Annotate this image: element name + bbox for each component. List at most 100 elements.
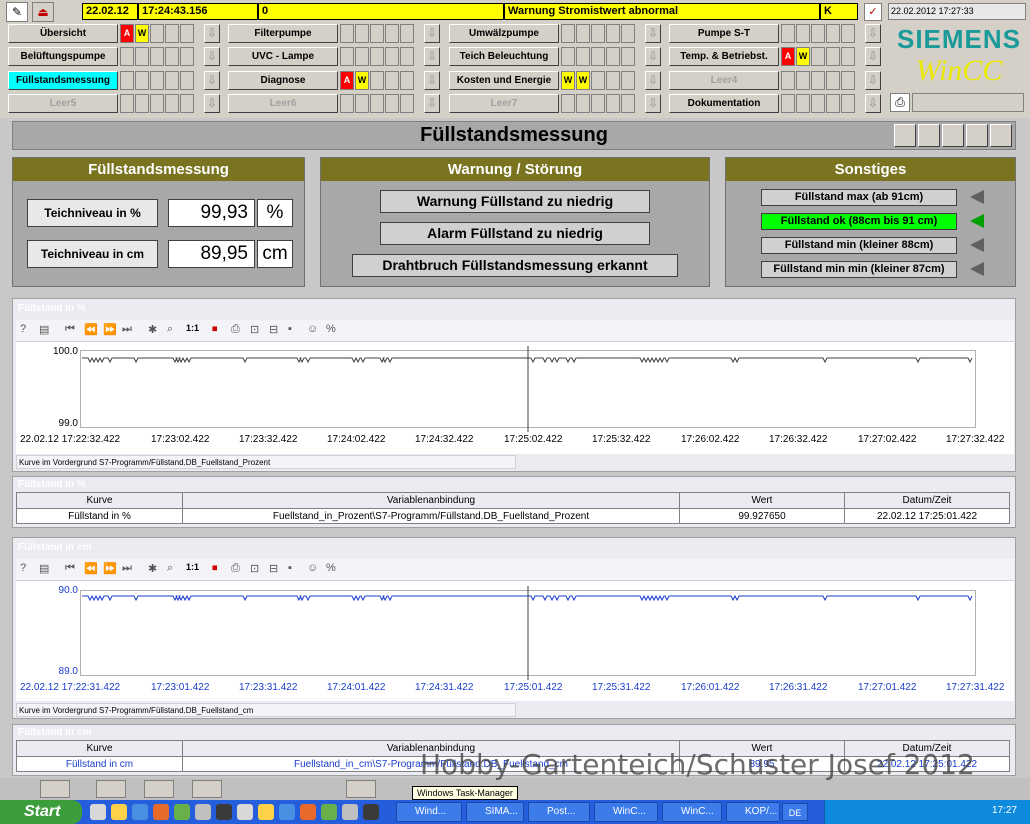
first-icon[interactable]: ⏮: [65, 323, 75, 336]
bottom-button-5[interactable]: [346, 780, 376, 798]
nav-button-leer7[interactable]: Leer7: [449, 94, 559, 113]
stop-icon[interactable]: ⏹: [212, 323, 218, 336]
select-icon[interactable]: ⊟: [269, 562, 278, 575]
table-icon[interactable]: ▤: [39, 562, 49, 575]
col-variablenanbindung[interactable]: Variablenanbindung: [182, 492, 680, 509]
table-row[interactable]: Füllstand in % Fuellstand_in_Prozent\S7-…: [16, 508, 1010, 524]
col-wert[interactable]: Wert: [679, 492, 845, 509]
help-icon[interactable]: ?: [20, 562, 26, 574]
original-view-icon[interactable]: 1:1: [186, 323, 199, 333]
title-button-1[interactable]: [894, 124, 916, 147]
nav-button-leer6[interactable]: Leer6: [228, 94, 338, 113]
nav-button-leer4[interactable]: Leer4: [669, 71, 779, 90]
col-kurve[interactable]: Kurve: [16, 740, 183, 757]
original-view-icon[interactable]: 1:1: [186, 562, 199, 572]
curve-icon[interactable]: ⊡: [250, 562, 259, 575]
down-arrow-icon[interactable]: ⇩: [865, 47, 881, 66]
quick-launch-icon[interactable]: [300, 804, 316, 820]
down-arrow-icon[interactable]: ⇩: [645, 24, 661, 43]
zoom-icon[interactable]: ⌕: [167, 323, 173, 336]
quick-launch-icon[interactable]: [174, 804, 190, 820]
down-arrow-icon[interactable]: ⇩: [865, 24, 881, 43]
bottom-button-4[interactable]: [192, 780, 222, 798]
select-icon[interactable]: ⊟: [269, 323, 278, 336]
bottom-button-2[interactable]: [96, 780, 126, 798]
quick-launch-icon[interactable]: [258, 804, 274, 820]
save-icon[interactable]: ▪: [288, 323, 292, 335]
print-icon[interactable]: ⎙: [231, 562, 240, 575]
col-kurve[interactable]: Kurve: [16, 492, 183, 509]
nav-button-belüftungspumpe[interactable]: Belüftungspumpe: [8, 47, 118, 66]
down-arrow-icon[interactable]: ⇩: [865, 71, 881, 90]
alarm-list-icon[interactable]: ✓: [864, 3, 882, 21]
quick-launch-icon[interactable]: [111, 804, 127, 820]
printer-icon[interactable]: ⎙: [890, 93, 910, 112]
quick-launch-icon[interactable]: [279, 804, 295, 820]
start-button[interactable]: Start: [0, 800, 82, 824]
nav-button-filterpumpe[interactable]: Filterpumpe: [228, 24, 338, 43]
nav-button-füllstandsmessung[interactable]: Füllstandsmessung: [8, 71, 118, 90]
quick-launch-icon[interactable]: [237, 804, 253, 820]
down-arrow-icon[interactable]: ⇩: [424, 71, 440, 90]
forward-icon[interactable]: ⏩: [103, 562, 117, 575]
acknowledge-icon[interactable]: ✎: [6, 2, 28, 22]
quick-launch-icon[interactable]: [363, 804, 379, 820]
quick-launch-icon[interactable]: [216, 804, 232, 820]
down-arrow-icon[interactable]: ⇩: [645, 71, 661, 90]
title-button-2[interactable]: [918, 124, 940, 147]
down-arrow-icon[interactable]: ⇩: [865, 94, 881, 113]
nav-button-diagnose[interactable]: Diagnose: [228, 71, 338, 90]
down-arrow-icon[interactable]: ⇩: [424, 24, 440, 43]
nav-button-pumpe-s-t[interactable]: Pumpe S-T: [669, 24, 779, 43]
save-icon[interactable]: ▪: [288, 562, 292, 574]
back-icon[interactable]: ⏪: [84, 562, 98, 575]
zoom-area-icon[interactable]: ✱: [148, 562, 157, 575]
quick-launch-icon[interactable]: [342, 804, 358, 820]
quick-launch-icon[interactable]: [132, 804, 148, 820]
logout-icon[interactable]: ⏏: [32, 2, 54, 22]
forward-icon[interactable]: ⏩: [103, 323, 117, 336]
percent-icon[interactable]: %: [326, 323, 336, 335]
nav-button-dokumentation[interactable]: Dokumentation: [669, 94, 779, 113]
back-icon[interactable]: ⏪: [84, 323, 98, 336]
first-icon[interactable]: ⏮: [65, 562, 75, 575]
language-indicator[interactable]: DE: [782, 803, 808, 821]
down-arrow-icon[interactable]: ⇩: [645, 47, 661, 66]
taskbar-task[interactable]: WinC...: [594, 802, 658, 822]
quick-launch-icon[interactable]: [153, 804, 169, 820]
stop-icon[interactable]: ⏹: [212, 562, 218, 575]
down-arrow-icon[interactable]: ⇩: [204, 94, 220, 113]
col-datum-zeit[interactable]: Datum/Zeit: [844, 492, 1010, 509]
nav-button-leer5[interactable]: Leer5: [8, 94, 118, 113]
title-button-4[interactable]: [966, 124, 988, 147]
last-icon[interactable]: ⏭: [122, 562, 132, 575]
down-arrow-icon[interactable]: ⇩: [204, 24, 220, 43]
down-arrow-icon[interactable]: ⇩: [204, 71, 220, 90]
nav-button-temp-betriebst-[interactable]: Temp. & Betriebst.: [669, 47, 779, 66]
taskbar-task[interactable]: Post...: [528, 802, 590, 822]
zoom-area-icon[interactable]: ✱: [148, 323, 157, 336]
nav-button-uvc-lampe[interactable]: UVC - Lampe: [228, 47, 338, 66]
nav-button-teich-beleuchtung[interactable]: Teich Beleuchtung: [449, 47, 559, 66]
nav-button-umwälzpumpe[interactable]: Umwälzpumpe: [449, 24, 559, 43]
zoom-icon[interactable]: ⌕: [167, 562, 173, 575]
taskbar-task[interactable]: Wind...: [396, 802, 462, 822]
curve-icon[interactable]: ⊡: [250, 323, 259, 336]
down-arrow-icon[interactable]: ⇩: [424, 94, 440, 113]
title-button-5[interactable]: [990, 124, 1012, 147]
title-button-3[interactable]: [942, 124, 964, 147]
down-arrow-icon[interactable]: ⇩: [204, 47, 220, 66]
help-icon[interactable]: ?: [20, 323, 26, 335]
percent-icon[interactable]: %: [326, 562, 336, 574]
taskbar-task[interactable]: SIMA...: [466, 802, 524, 822]
bottom-button-3[interactable]: [144, 780, 174, 798]
nav-button-kosten-und-energie[interactable]: Kosten und Energie: [449, 71, 559, 90]
taskbar-task[interactable]: WinC...: [662, 802, 722, 822]
quick-launch-icon[interactable]: [321, 804, 337, 820]
user-icon[interactable]: ☺: [307, 562, 318, 574]
last-icon[interactable]: ⏭: [122, 323, 132, 336]
down-arrow-icon[interactable]: ⇩: [424, 47, 440, 66]
print-icon[interactable]: ⎙: [231, 323, 240, 336]
down-arrow-icon[interactable]: ⇩: [645, 94, 661, 113]
bottom-button-1[interactable]: [40, 780, 70, 798]
